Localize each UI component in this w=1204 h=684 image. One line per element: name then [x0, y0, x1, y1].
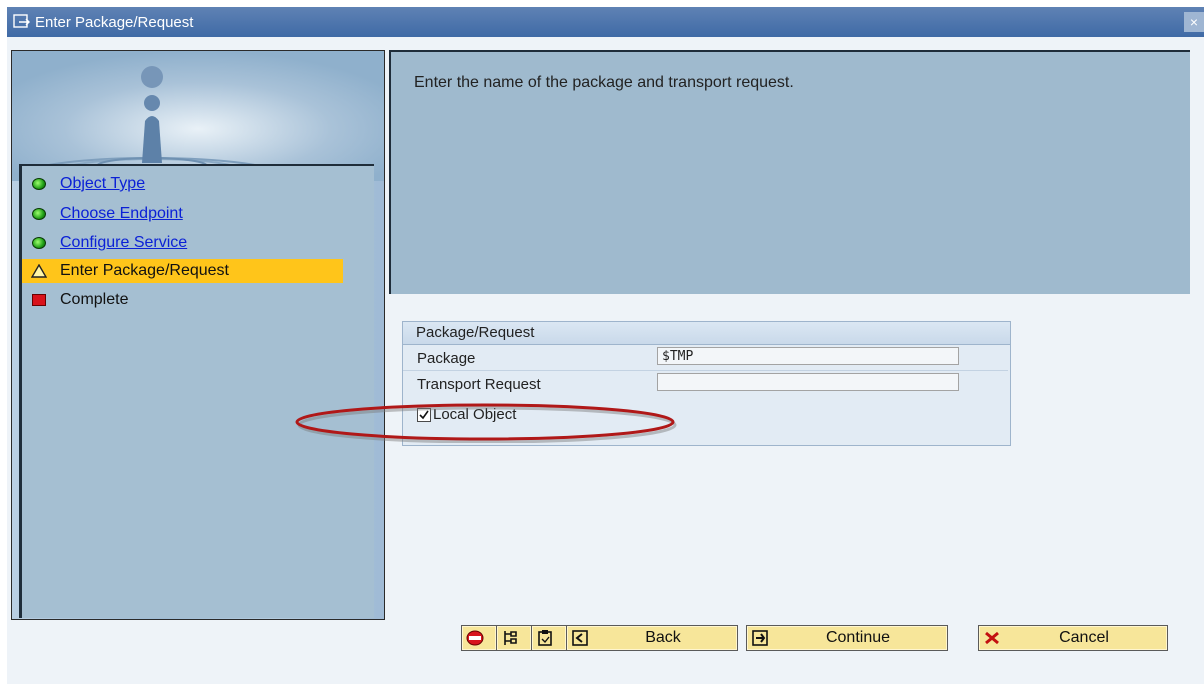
- local-object-checkbox[interactable]: [417, 407, 431, 422]
- close-button[interactable]: ×: [1184, 12, 1204, 32]
- transport-request-row: Transport Request: [403, 372, 1008, 396]
- step-link[interactable]: Configure Service: [60, 234, 187, 252]
- package-row: Package $TMP: [403, 346, 1008, 371]
- technical-info-button[interactable]: [496, 625, 532, 651]
- back-label: Back: [645, 629, 681, 646]
- stop-button[interactable]: [461, 625, 497, 651]
- group-title: Package/Request: [403, 322, 1010, 345]
- completed-step-icon: [28, 234, 50, 252]
- water-drop-image: [12, 51, 384, 181]
- clipboard-button[interactable]: [531, 625, 567, 651]
- instruction-panel: Enter the name of the package and transp…: [389, 50, 1190, 294]
- title-bar: Enter Package/Request ×: [7, 7, 1204, 37]
- step-label: Enter Package/Request: [60, 262, 229, 279]
- step-object-type[interactable]: Object Type: [22, 172, 145, 196]
- local-object-label: Local Object: [433, 406, 517, 423]
- back-button[interactable]: Back: [566, 625, 738, 651]
- step-complete: Complete: [22, 288, 128, 312]
- hierarchy-icon: [504, 631, 517, 645]
- transport-request-input[interactable]: [657, 373, 959, 391]
- step-label: Complete: [60, 291, 129, 308]
- step-configure-service[interactable]: Configure Service: [22, 231, 187, 255]
- dialog-icon: [13, 14, 30, 28]
- continue-icon: [752, 630, 768, 646]
- transport-request-label: Transport Request: [417, 376, 541, 393]
- back-icon: [572, 630, 588, 646]
- package-label: Package: [417, 350, 476, 367]
- step-link[interactable]: Choose Endpoint: [60, 205, 183, 223]
- cancel-label: Cancel: [1059, 629, 1109, 646]
- completed-step-icon: [28, 205, 50, 223]
- completed-step-icon: [28, 175, 50, 193]
- cancel-button[interactable]: Cancel: [978, 625, 1168, 651]
- pending-step-icon: [28, 291, 50, 309]
- stop-icon: [466, 630, 484, 646]
- step-choose-endpoint[interactable]: Choose Endpoint: [22, 202, 183, 226]
- package-request-group: Package/Request Package $TMP Transport R…: [402, 321, 1011, 446]
- step-enter-package-request: Enter Package/Request: [22, 259, 343, 283]
- step-link[interactable]: Object Type: [60, 175, 145, 193]
- wizard-steps-list: Object Type Choose Endpoint Configure Se…: [19, 164, 374, 618]
- wizard-roadmap-panel: Object Type Choose Endpoint Configure Se…: [11, 50, 385, 620]
- instruction-text: Enter the name of the package and transp…: [414, 74, 794, 91]
- checkmark-icon: [419, 410, 429, 419]
- dialog-window: Enter Package/Request × Object Type Choo…: [7, 7, 1204, 684]
- close-icon: ×: [1189, 14, 1199, 30]
- cancel-icon: [985, 631, 999, 645]
- local-object-row[interactable]: Local Object: [417, 406, 516, 423]
- window-title: Enter Package/Request: [35, 13, 194, 31]
- continue-button[interactable]: Continue: [746, 625, 948, 651]
- package-input[interactable]: $TMP: [657, 347, 959, 365]
- clipboard-icon: [538, 630, 552, 646]
- continue-label: Continue: [825, 629, 891, 646]
- warning-triangle-icon: [28, 262, 50, 280]
